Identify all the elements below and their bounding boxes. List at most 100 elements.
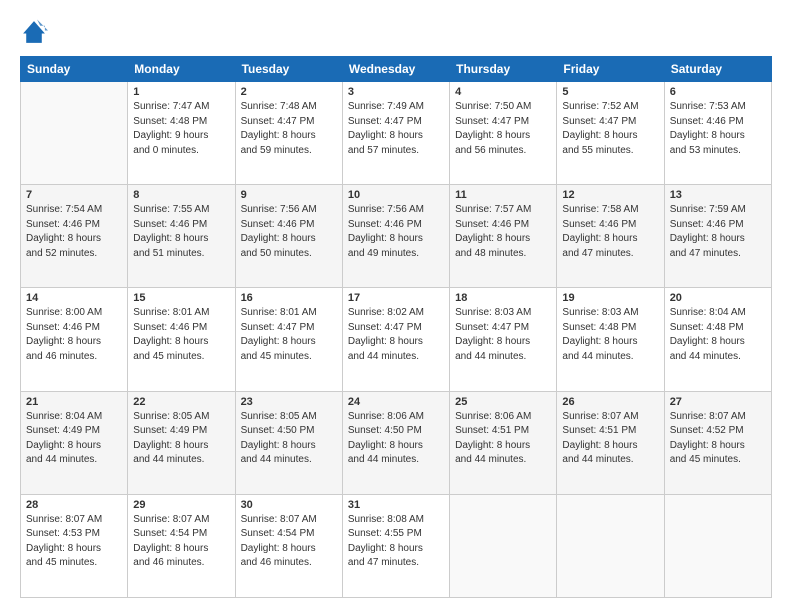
day-number: 12 [562,189,658,201]
calendar-cell: 1 Sunrise: 7:47 AM Sunset: 4:48 PM Daylig… [128,82,235,185]
cell-info: Sunrise: 7:57 AM Sunset: 4:46 PM Dayligh… [455,203,551,261]
calendar-cell: 7 Sunrise: 7:54 AM Sunset: 4:46 PM Daylig… [21,185,128,288]
day-number: 17 [348,292,444,304]
day-number: 6 [670,86,766,98]
day-number: 20 [670,292,766,304]
cell-info: Sunrise: 8:04 AM Sunset: 4:48 PM Dayligh… [670,306,766,364]
calendar-cell: 31 Sunrise: 8:08 AM Sunset: 4:55 PM Dayli… [342,494,449,597]
weekday-header-thursday: Thursday [450,57,557,82]
cell-info: Sunrise: 8:07 AM Sunset: 4:51 PM Dayligh… [562,410,658,468]
cell-info: Sunrise: 8:04 AM Sunset: 4:49 PM Dayligh… [26,410,122,468]
cell-info: Sunrise: 8:07 AM Sunset: 4:52 PM Dayligh… [670,410,766,468]
day-number: 3 [348,86,444,98]
calendar-cell: 28 Sunrise: 8:07 AM Sunset: 4:53 PM Dayli… [21,494,128,597]
weekday-header-wednesday: Wednesday [342,57,449,82]
calendar-cell [450,494,557,597]
day-number: 7 [26,189,122,201]
cell-info: Sunrise: 8:00 AM Sunset: 4:46 PM Dayligh… [26,306,122,364]
calendar-cell: 30Sunrise: 8:07 AM Sunset: 4:54 PM Dayli… [235,494,342,597]
day-number: 14 [26,292,122,304]
cell-info: Sunrise: 8:08 AM Sunset: 4:55 PM Dayligh… [348,513,444,571]
day-number: 13 [670,189,766,201]
calendar-cell [664,494,771,597]
day-number: 26 [562,396,658,408]
cell-info: Sunrise: 7:55 AM Sunset: 4:46 PM Dayligh… [133,203,229,261]
weekday-header-row: SundayMondayTuesdayWednesdayThursdayFrid… [21,57,772,82]
calendar-cell: 12Sunrise: 7:58 AM Sunset: 4:46 PM Dayli… [557,185,664,288]
calendar-cell: 19Sunrise: 8:03 AM Sunset: 4:48 PM Dayli… [557,288,664,391]
cell-info: Sunrise: 8:05 AM Sunset: 4:50 PM Dayligh… [241,410,337,468]
calendar-cell: 11 Sunrise: 7:57 AM Sunset: 4:46 PM Dayli… [450,185,557,288]
cell-info: Sunrise: 7:50 AM Sunset: 4:47 PM Dayligh… [455,100,551,158]
logo-icon [20,18,48,46]
cell-info: Sunrise: 8:07 AM Sunset: 4:54 PM Dayligh… [133,513,229,571]
cell-info: Sunrise: 7:56 AM Sunset: 4:46 PM Dayligh… [241,203,337,261]
cell-info: Sunrise: 8:01 AM Sunset: 4:47 PM Dayligh… [241,306,337,364]
weekday-header-friday: Friday [557,57,664,82]
weekday-header-tuesday: Tuesday [235,57,342,82]
cell-info: Sunrise: 8:06 AM Sunset: 4:51 PM Dayligh… [455,410,551,468]
calendar-cell: 2 Sunrise: 7:48 AM Sunset: 4:47 PM Daylig… [235,82,342,185]
day-number: 16 [241,292,337,304]
cell-info: Sunrise: 8:02 AM Sunset: 4:47 PM Dayligh… [348,306,444,364]
day-number: 15 [133,292,229,304]
calendar-cell [557,494,664,597]
day-number: 1 [133,86,229,98]
calendar-cell: 20 Sunrise: 8:04 AM Sunset: 4:48 PM Dayli… [664,288,771,391]
calendar-cell: 9 Sunrise: 7:56 AM Sunset: 4:46 PM Daylig… [235,185,342,288]
calendar-cell: 6 Sunrise: 7:53 AM Sunset: 4:46 PM Daylig… [664,82,771,185]
logo [20,18,52,46]
day-number: 23 [241,396,337,408]
calendar-cell: 22Sunrise: 8:05 AM Sunset: 4:49 PM Dayli… [128,391,235,494]
day-number: 31 [348,499,444,511]
day-number: 8 [133,189,229,201]
weekday-header-sunday: Sunday [21,57,128,82]
calendar-cell: 29 Sunrise: 8:07 AM Sunset: 4:54 PM Dayli… [128,494,235,597]
calendar-cell: 21Sunrise: 8:04 AM Sunset: 4:49 PM Dayli… [21,391,128,494]
calendar-cell: 24 Sunrise: 8:06 AM Sunset: 4:50 PM Dayli… [342,391,449,494]
calendar-cell: 13 Sunrise: 7:59 AM Sunset: 4:46 PM Dayli… [664,185,771,288]
calendar-cell: 18Sunrise: 8:03 AM Sunset: 4:47 PM Dayli… [450,288,557,391]
day-number: 11 [455,189,551,201]
cell-info: Sunrise: 7:56 AM Sunset: 4:46 PM Dayligh… [348,203,444,261]
day-number: 30 [241,499,337,511]
cell-info: Sunrise: 7:47 AM Sunset: 4:48 PM Dayligh… [133,100,229,158]
cell-info: Sunrise: 7:49 AM Sunset: 4:47 PM Dayligh… [348,100,444,158]
page: SundayMondayTuesdayWednesdayThursdayFrid… [0,0,792,612]
calendar-cell: 27 Sunrise: 8:07 AM Sunset: 4:52 PM Dayli… [664,391,771,494]
calendar-cell: 16 Sunrise: 8:01 AM Sunset: 4:47 PM Dayli… [235,288,342,391]
weekday-header-monday: Monday [128,57,235,82]
calendar-cell: 5Sunrise: 7:52 AM Sunset: 4:47 PM Daylig… [557,82,664,185]
day-number: 28 [26,499,122,511]
cell-info: Sunrise: 7:59 AM Sunset: 4:46 PM Dayligh… [670,203,766,261]
weekday-header-saturday: Saturday [664,57,771,82]
cell-info: Sunrise: 8:07 AM Sunset: 4:53 PM Dayligh… [26,513,122,571]
day-number: 24 [348,396,444,408]
calendar-cell: 26 Sunrise: 8:07 AM Sunset: 4:51 PM Dayli… [557,391,664,494]
calendar-row-4: 28 Sunrise: 8:07 AM Sunset: 4:53 PM Dayli… [21,494,772,597]
calendar-cell: 8 Sunrise: 7:55 AM Sunset: 4:46 PM Daylig… [128,185,235,288]
calendar-cell [21,82,128,185]
day-number: 29 [133,499,229,511]
calendar-cell: 25Sunrise: 8:06 AM Sunset: 4:51 PM Dayli… [450,391,557,494]
day-number: 27 [670,396,766,408]
cell-info: Sunrise: 7:52 AM Sunset: 4:47 PM Dayligh… [562,100,658,158]
calendar-cell: 14 Sunrise: 8:00 AM Sunset: 4:46 PM Dayli… [21,288,128,391]
header [20,18,772,46]
calendar-row-3: 21Sunrise: 8:04 AM Sunset: 4:49 PM Dayli… [21,391,772,494]
day-number: 19 [562,292,658,304]
cell-info: Sunrise: 8:06 AM Sunset: 4:50 PM Dayligh… [348,410,444,468]
cell-info: Sunrise: 7:53 AM Sunset: 4:46 PM Dayligh… [670,100,766,158]
cell-info: Sunrise: 7:48 AM Sunset: 4:47 PM Dayligh… [241,100,337,158]
calendar-cell: 23 Sunrise: 8:05 AM Sunset: 4:50 PM Dayli… [235,391,342,494]
day-number: 4 [455,86,551,98]
calendar-cell: 10 Sunrise: 7:56 AM Sunset: 4:46 PM Dayli… [342,185,449,288]
calendar-cell: 4 Sunrise: 7:50 AM Sunset: 4:47 PM Daylig… [450,82,557,185]
day-number: 2 [241,86,337,98]
day-number: 10 [348,189,444,201]
calendar-row-1: 7 Sunrise: 7:54 AM Sunset: 4:46 PM Daylig… [21,185,772,288]
cell-info: Sunrise: 8:01 AM Sunset: 4:46 PM Dayligh… [133,306,229,364]
cell-info: Sunrise: 7:54 AM Sunset: 4:46 PM Dayligh… [26,203,122,261]
calendar-table: SundayMondayTuesdayWednesdayThursdayFrid… [20,56,772,598]
day-number: 9 [241,189,337,201]
